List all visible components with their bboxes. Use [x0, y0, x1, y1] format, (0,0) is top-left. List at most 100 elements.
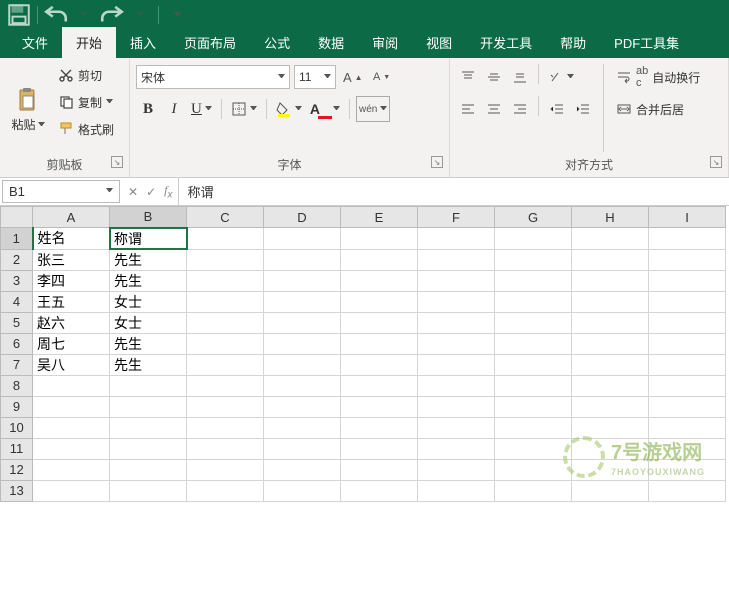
- enter-formula-icon[interactable]: ✓: [146, 185, 156, 199]
- cell[interactable]: [187, 480, 264, 501]
- tab-home[interactable]: 开始: [62, 27, 116, 58]
- paste-button[interactable]: 粘贴: [6, 62, 50, 154]
- cell[interactable]: [187, 333, 264, 354]
- cell[interactable]: [341, 417, 418, 438]
- cell[interactable]: [33, 396, 110, 417]
- cell[interactable]: [572, 396, 649, 417]
- cell[interactable]: [187, 417, 264, 438]
- cell[interactable]: 先生: [110, 270, 187, 291]
- cell[interactable]: 先生: [110, 249, 187, 270]
- select-all-corner[interactable]: [1, 207, 33, 228]
- row-header[interactable]: 8: [1, 375, 33, 396]
- cell[interactable]: 王五: [33, 291, 110, 312]
- cell[interactable]: [110, 459, 187, 480]
- cell[interactable]: [110, 375, 187, 396]
- cell[interactable]: [418, 417, 495, 438]
- tab-developer[interactable]: 开发工具: [466, 27, 546, 58]
- bold-button[interactable]: B: [136, 96, 160, 122]
- format-painter-button[interactable]: 格式刷: [54, 116, 118, 142]
- cell[interactable]: [572, 333, 649, 354]
- column-header[interactable]: I: [649, 207, 726, 228]
- cell[interactable]: [649, 270, 726, 291]
- cell[interactable]: [264, 438, 341, 459]
- cell[interactable]: [187, 438, 264, 459]
- cell[interactable]: [649, 354, 726, 375]
- clipboard-dialog-launcher[interactable]: ↘: [111, 156, 123, 168]
- cell[interactable]: [33, 480, 110, 501]
- cell[interactable]: [187, 396, 264, 417]
- increase-indent-icon[interactable]: [571, 96, 595, 122]
- cell[interactable]: [495, 228, 572, 250]
- row-header[interactable]: 12: [1, 459, 33, 480]
- row-header[interactable]: 13: [1, 480, 33, 501]
- cell[interactable]: [649, 396, 726, 417]
- tab-page-layout[interactable]: 页面布局: [170, 27, 250, 58]
- cell[interactable]: 先生: [110, 354, 187, 375]
- cell[interactable]: [341, 480, 418, 501]
- cell[interactable]: [495, 396, 572, 417]
- row-header[interactable]: 7: [1, 354, 33, 375]
- cell[interactable]: [33, 438, 110, 459]
- cell[interactable]: [495, 417, 572, 438]
- cell[interactable]: [418, 459, 495, 480]
- cell[interactable]: [341, 354, 418, 375]
- cell[interactable]: [341, 459, 418, 480]
- tab-view[interactable]: 视图: [412, 27, 466, 58]
- cell[interactable]: [187, 249, 264, 270]
- cell[interactable]: [418, 291, 495, 312]
- cell[interactable]: [341, 249, 418, 270]
- tab-file[interactable]: 文件: [8, 27, 62, 58]
- cell[interactable]: [418, 480, 495, 501]
- redo-icon[interactable]: [99, 2, 125, 28]
- cell[interactable]: [187, 459, 264, 480]
- tab-data[interactable]: 数据: [304, 27, 358, 58]
- cell[interactable]: [341, 333, 418, 354]
- row-header[interactable]: 3: [1, 270, 33, 291]
- row-header[interactable]: 9: [1, 396, 33, 417]
- cell[interactable]: 女士: [110, 291, 187, 312]
- cell[interactable]: [264, 417, 341, 438]
- row-header[interactable]: 6: [1, 333, 33, 354]
- cell[interactable]: [264, 312, 341, 333]
- cell[interactable]: [418, 375, 495, 396]
- cell[interactable]: 姓名: [33, 228, 110, 250]
- align-top-icon[interactable]: [456, 64, 480, 90]
- borders-button[interactable]: [228, 96, 260, 122]
- cell[interactable]: [264, 228, 341, 250]
- cell[interactable]: 赵六: [33, 312, 110, 333]
- cell[interactable]: [418, 396, 495, 417]
- column-header[interactable]: C: [187, 207, 264, 228]
- cell[interactable]: 吴八: [33, 354, 110, 375]
- column-header[interactable]: E: [341, 207, 418, 228]
- tab-help[interactable]: 帮助: [546, 27, 600, 58]
- cell[interactable]: [264, 480, 341, 501]
- cell[interactable]: 女士: [110, 312, 187, 333]
- cancel-formula-icon[interactable]: ✕: [128, 185, 138, 199]
- increase-font-icon[interactable]: A▲: [340, 64, 366, 90]
- cell[interactable]: [341, 375, 418, 396]
- formula-input[interactable]: 称谓: [179, 178, 729, 205]
- tab-pdf-tools[interactable]: PDF工具集: [600, 27, 693, 58]
- cell[interactable]: [572, 291, 649, 312]
- column-header[interactable]: B: [110, 207, 187, 228]
- cell[interactable]: [649, 249, 726, 270]
- cell[interactable]: [110, 480, 187, 501]
- alignment-dialog-launcher[interactable]: ↘: [710, 156, 722, 168]
- cell[interactable]: [341, 291, 418, 312]
- align-bottom-icon[interactable]: [508, 64, 532, 90]
- align-center-icon[interactable]: [482, 96, 506, 122]
- cut-button[interactable]: 剪切: [54, 62, 118, 88]
- cell[interactable]: [418, 249, 495, 270]
- cell[interactable]: [495, 438, 572, 459]
- cell[interactable]: [495, 333, 572, 354]
- cell[interactable]: [264, 396, 341, 417]
- tab-review[interactable]: 审阅: [358, 27, 412, 58]
- cell[interactable]: [649, 228, 726, 250]
- column-header[interactable]: A: [33, 207, 110, 228]
- cell[interactable]: [572, 375, 649, 396]
- cell[interactable]: [495, 480, 572, 501]
- cell[interactable]: [649, 333, 726, 354]
- cell[interactable]: [572, 480, 649, 501]
- cell[interactable]: [264, 333, 341, 354]
- cell[interactable]: [33, 459, 110, 480]
